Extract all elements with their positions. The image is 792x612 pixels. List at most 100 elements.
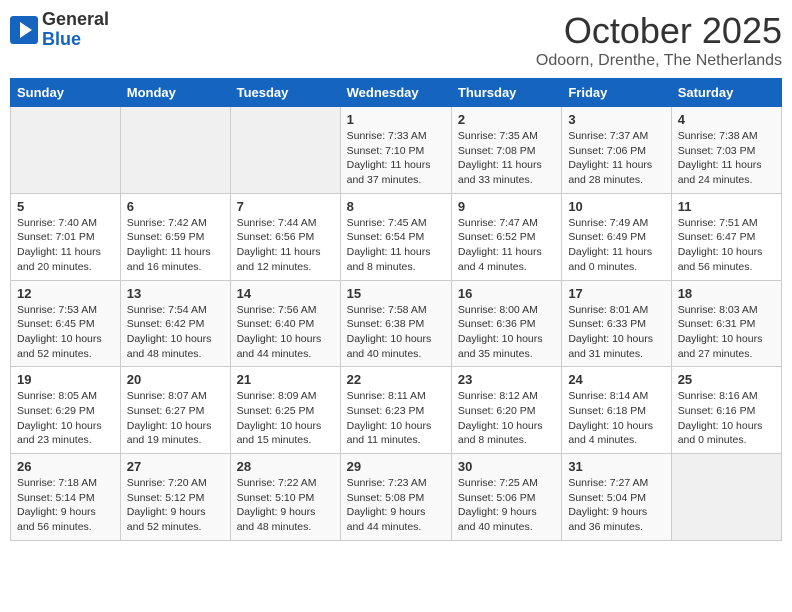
- calendar-cell: 18 Sunrise: 8:03 AM Sunset: 6:31 PM Dayli…: [671, 280, 781, 367]
- day-info: Sunrise: 7:38 AM Sunset: 7:03 PM Dayligh…: [678, 129, 775, 188]
- calendar-cell: 16 Sunrise: 8:00 AM Sunset: 6:36 PM Dayli…: [451, 280, 561, 367]
- calendar-cell: 5 Sunrise: 7:40 AM Sunset: 7:01 PM Daylig…: [11, 193, 121, 280]
- calendar-cell: 7 Sunrise: 7:44 AM Sunset: 6:56 PM Daylig…: [230, 193, 340, 280]
- day-number: 7: [237, 199, 334, 214]
- calendar-cell: 13 Sunrise: 7:54 AM Sunset: 6:42 PM Dayli…: [120, 280, 230, 367]
- calendar-cell: 25Sunrise: 8:16 AM Sunset: 6:16 PM Dayli…: [671, 367, 781, 454]
- day-number: 29: [347, 459, 445, 474]
- calendar-week-row: 19 Sunrise: 8:05 AM Sunset: 6:29 PM Dayli…: [11, 367, 782, 454]
- calendar-cell: 1Sunrise: 7:33 AM Sunset: 7:10 PM Daylig…: [340, 107, 451, 194]
- day-info: Sunrise: 7:56 AM Sunset: 6:40 PM Dayligh…: [237, 303, 334, 362]
- day-info: Sunrise: 7:44 AM Sunset: 6:56 PM Dayligh…: [237, 216, 334, 275]
- weekday-header: Tuesday: [230, 79, 340, 107]
- day-info: Sunrise: 8:11 AM Sunset: 6:23 PM Dayligh…: [347, 389, 445, 448]
- calendar-cell: 12 Sunrise: 7:53 AM Sunset: 6:45 PM Dayli…: [11, 280, 121, 367]
- day-number: 19: [17, 372, 114, 387]
- calendar-week-row: 12 Sunrise: 7:53 AM Sunset: 6:45 PM Dayli…: [11, 280, 782, 367]
- day-number: 31: [568, 459, 664, 474]
- day-info: Sunrise: 7:42 AM Sunset: 6:59 PM Dayligh…: [127, 216, 224, 275]
- logo-text: General Blue: [42, 10, 109, 50]
- day-info: Sunrise: 7:25 AM Sunset: 5:06 PM Dayligh…: [458, 476, 555, 535]
- calendar-cell: 2 Sunrise: 7:35 AM Sunset: 7:08 PM Daylig…: [451, 107, 561, 194]
- day-info: Sunrise: 8:12 AM Sunset: 6:20 PM Dayligh…: [458, 389, 555, 448]
- calendar-cell: 29 Sunrise: 7:23 AM Sunset: 5:08 PM Dayli…: [340, 454, 451, 541]
- weekday-header: Friday: [562, 79, 671, 107]
- day-info: Sunrise: 7:23 AM Sunset: 5:08 PM Dayligh…: [347, 476, 445, 535]
- day-number: 10: [568, 199, 664, 214]
- calendar-cell: 6 Sunrise: 7:42 AM Sunset: 6:59 PM Daylig…: [120, 193, 230, 280]
- calendar-cell: 3Sunrise: 7:37 AM Sunset: 7:06 PM Daylig…: [562, 107, 671, 194]
- weekday-header: Monday: [120, 79, 230, 107]
- calendar-cell: 19 Sunrise: 8:05 AM Sunset: 6:29 PM Dayli…: [11, 367, 121, 454]
- logo-general: General: [42, 10, 109, 30]
- day-number: 2: [458, 112, 555, 127]
- day-info: Sunrise: 7:58 AM Sunset: 6:38 PM Dayligh…: [347, 303, 445, 362]
- weekday-header: Sunday: [11, 79, 121, 107]
- day-number: 11: [678, 199, 775, 214]
- day-info: Sunrise: 8:03 AM Sunset: 6:31 PM Dayligh…: [678, 303, 775, 362]
- logo: General Blue: [10, 10, 109, 50]
- calendar-cell: [671, 454, 781, 541]
- calendar-cell: 26Sunrise: 7:18 AM Sunset: 5:14 PM Dayli…: [11, 454, 121, 541]
- day-number: 4: [678, 112, 775, 127]
- day-info: Sunrise: 7:53 AM Sunset: 6:45 PM Dayligh…: [17, 303, 114, 362]
- title-section: October 2025 Odoorn, Drenthe, The Nether…: [536, 10, 782, 70]
- day-number: 23: [458, 372, 555, 387]
- day-info: Sunrise: 7:35 AM Sunset: 7:08 PM Dayligh…: [458, 129, 555, 188]
- calendar-cell: [120, 107, 230, 194]
- day-number: 20: [127, 372, 224, 387]
- day-info: Sunrise: 7:20 AM Sunset: 5:12 PM Dayligh…: [127, 476, 224, 535]
- day-number: 15: [347, 286, 445, 301]
- calendar-cell: 27Sunrise: 7:20 AM Sunset: 5:12 PM Dayli…: [120, 454, 230, 541]
- calendar-cell: 4 Sunrise: 7:38 AM Sunset: 7:03 PM Daylig…: [671, 107, 781, 194]
- day-number: 16: [458, 286, 555, 301]
- day-number: 6: [127, 199, 224, 214]
- calendar-cell: 22 Sunrise: 8:11 AM Sunset: 6:23 PM Dayli…: [340, 367, 451, 454]
- calendar-week-row: 5 Sunrise: 7:40 AM Sunset: 7:01 PM Daylig…: [11, 193, 782, 280]
- day-info: Sunrise: 7:33 AM Sunset: 7:10 PM Dayligh…: [347, 129, 445, 188]
- day-info: Sunrise: 7:37 AM Sunset: 7:06 PM Dayligh…: [568, 129, 664, 188]
- calendar-cell: [230, 107, 340, 194]
- calendar-cell: 23 Sunrise: 8:12 AM Sunset: 6:20 PM Dayli…: [451, 367, 561, 454]
- calendar-header-row: SundayMondayTuesdayWednesdayThursdayFrid…: [11, 79, 782, 107]
- day-number: 30: [458, 459, 555, 474]
- day-number: 24: [568, 372, 664, 387]
- logo-blue: Blue: [42, 30, 109, 50]
- page-header: General Blue October 2025 Odoorn, Drenth…: [10, 10, 782, 70]
- day-number: 8: [347, 199, 445, 214]
- day-info: Sunrise: 8:09 AM Sunset: 6:25 PM Dayligh…: [237, 389, 334, 448]
- location: Odoorn, Drenthe, The Netherlands: [536, 52, 782, 70]
- day-number: 22: [347, 372, 445, 387]
- day-number: 18: [678, 286, 775, 301]
- day-info: Sunrise: 7:54 AM Sunset: 6:42 PM Dayligh…: [127, 303, 224, 362]
- day-number: 28: [237, 459, 334, 474]
- calendar-cell: 31Sunrise: 7:27 AM Sunset: 5:04 PM Dayli…: [562, 454, 671, 541]
- calendar-week-row: 1Sunrise: 7:33 AM Sunset: 7:10 PM Daylig…: [11, 107, 782, 194]
- day-number: 14: [237, 286, 334, 301]
- calendar-cell: 28Sunrise: 7:22 AM Sunset: 5:10 PM Dayli…: [230, 454, 340, 541]
- day-info: Sunrise: 7:51 AM Sunset: 6:47 PM Dayligh…: [678, 216, 775, 275]
- day-number: 5: [17, 199, 114, 214]
- day-number: 9: [458, 199, 555, 214]
- day-info: Sunrise: 8:00 AM Sunset: 6:36 PM Dayligh…: [458, 303, 555, 362]
- day-info: Sunrise: 7:40 AM Sunset: 7:01 PM Dayligh…: [17, 216, 114, 275]
- calendar-cell: 21Sunrise: 8:09 AM Sunset: 6:25 PM Dayli…: [230, 367, 340, 454]
- day-number: 25: [678, 372, 775, 387]
- calendar-week-row: 26Sunrise: 7:18 AM Sunset: 5:14 PM Dayli…: [11, 454, 782, 541]
- day-info: Sunrise: 8:05 AM Sunset: 6:29 PM Dayligh…: [17, 389, 114, 448]
- calendar-cell: 8 Sunrise: 7:45 AM Sunset: 6:54 PM Daylig…: [340, 193, 451, 280]
- calendar-cell: 24 Sunrise: 8:14 AM Sunset: 6:18 PM Dayli…: [562, 367, 671, 454]
- day-info: Sunrise: 8:07 AM Sunset: 6:27 PM Dayligh…: [127, 389, 224, 448]
- calendar-cell: 14 Sunrise: 7:56 AM Sunset: 6:40 PM Dayli…: [230, 280, 340, 367]
- day-number: 12: [17, 286, 114, 301]
- day-number: 13: [127, 286, 224, 301]
- calendar-cell: 10Sunrise: 7:49 AM Sunset: 6:49 PM Dayli…: [562, 193, 671, 280]
- weekday-header: Wednesday: [340, 79, 451, 107]
- day-info: Sunrise: 7:18 AM Sunset: 5:14 PM Dayligh…: [17, 476, 114, 535]
- weekday-header: Thursday: [451, 79, 561, 107]
- day-info: Sunrise: 8:14 AM Sunset: 6:18 PM Dayligh…: [568, 389, 664, 448]
- day-info: Sunrise: 7:45 AM Sunset: 6:54 PM Dayligh…: [347, 216, 445, 275]
- calendar-cell: 9 Sunrise: 7:47 AM Sunset: 6:52 PM Daylig…: [451, 193, 561, 280]
- day-info: Sunrise: 7:47 AM Sunset: 6:52 PM Dayligh…: [458, 216, 555, 275]
- calendar-cell: 11 Sunrise: 7:51 AM Sunset: 6:47 PM Dayli…: [671, 193, 781, 280]
